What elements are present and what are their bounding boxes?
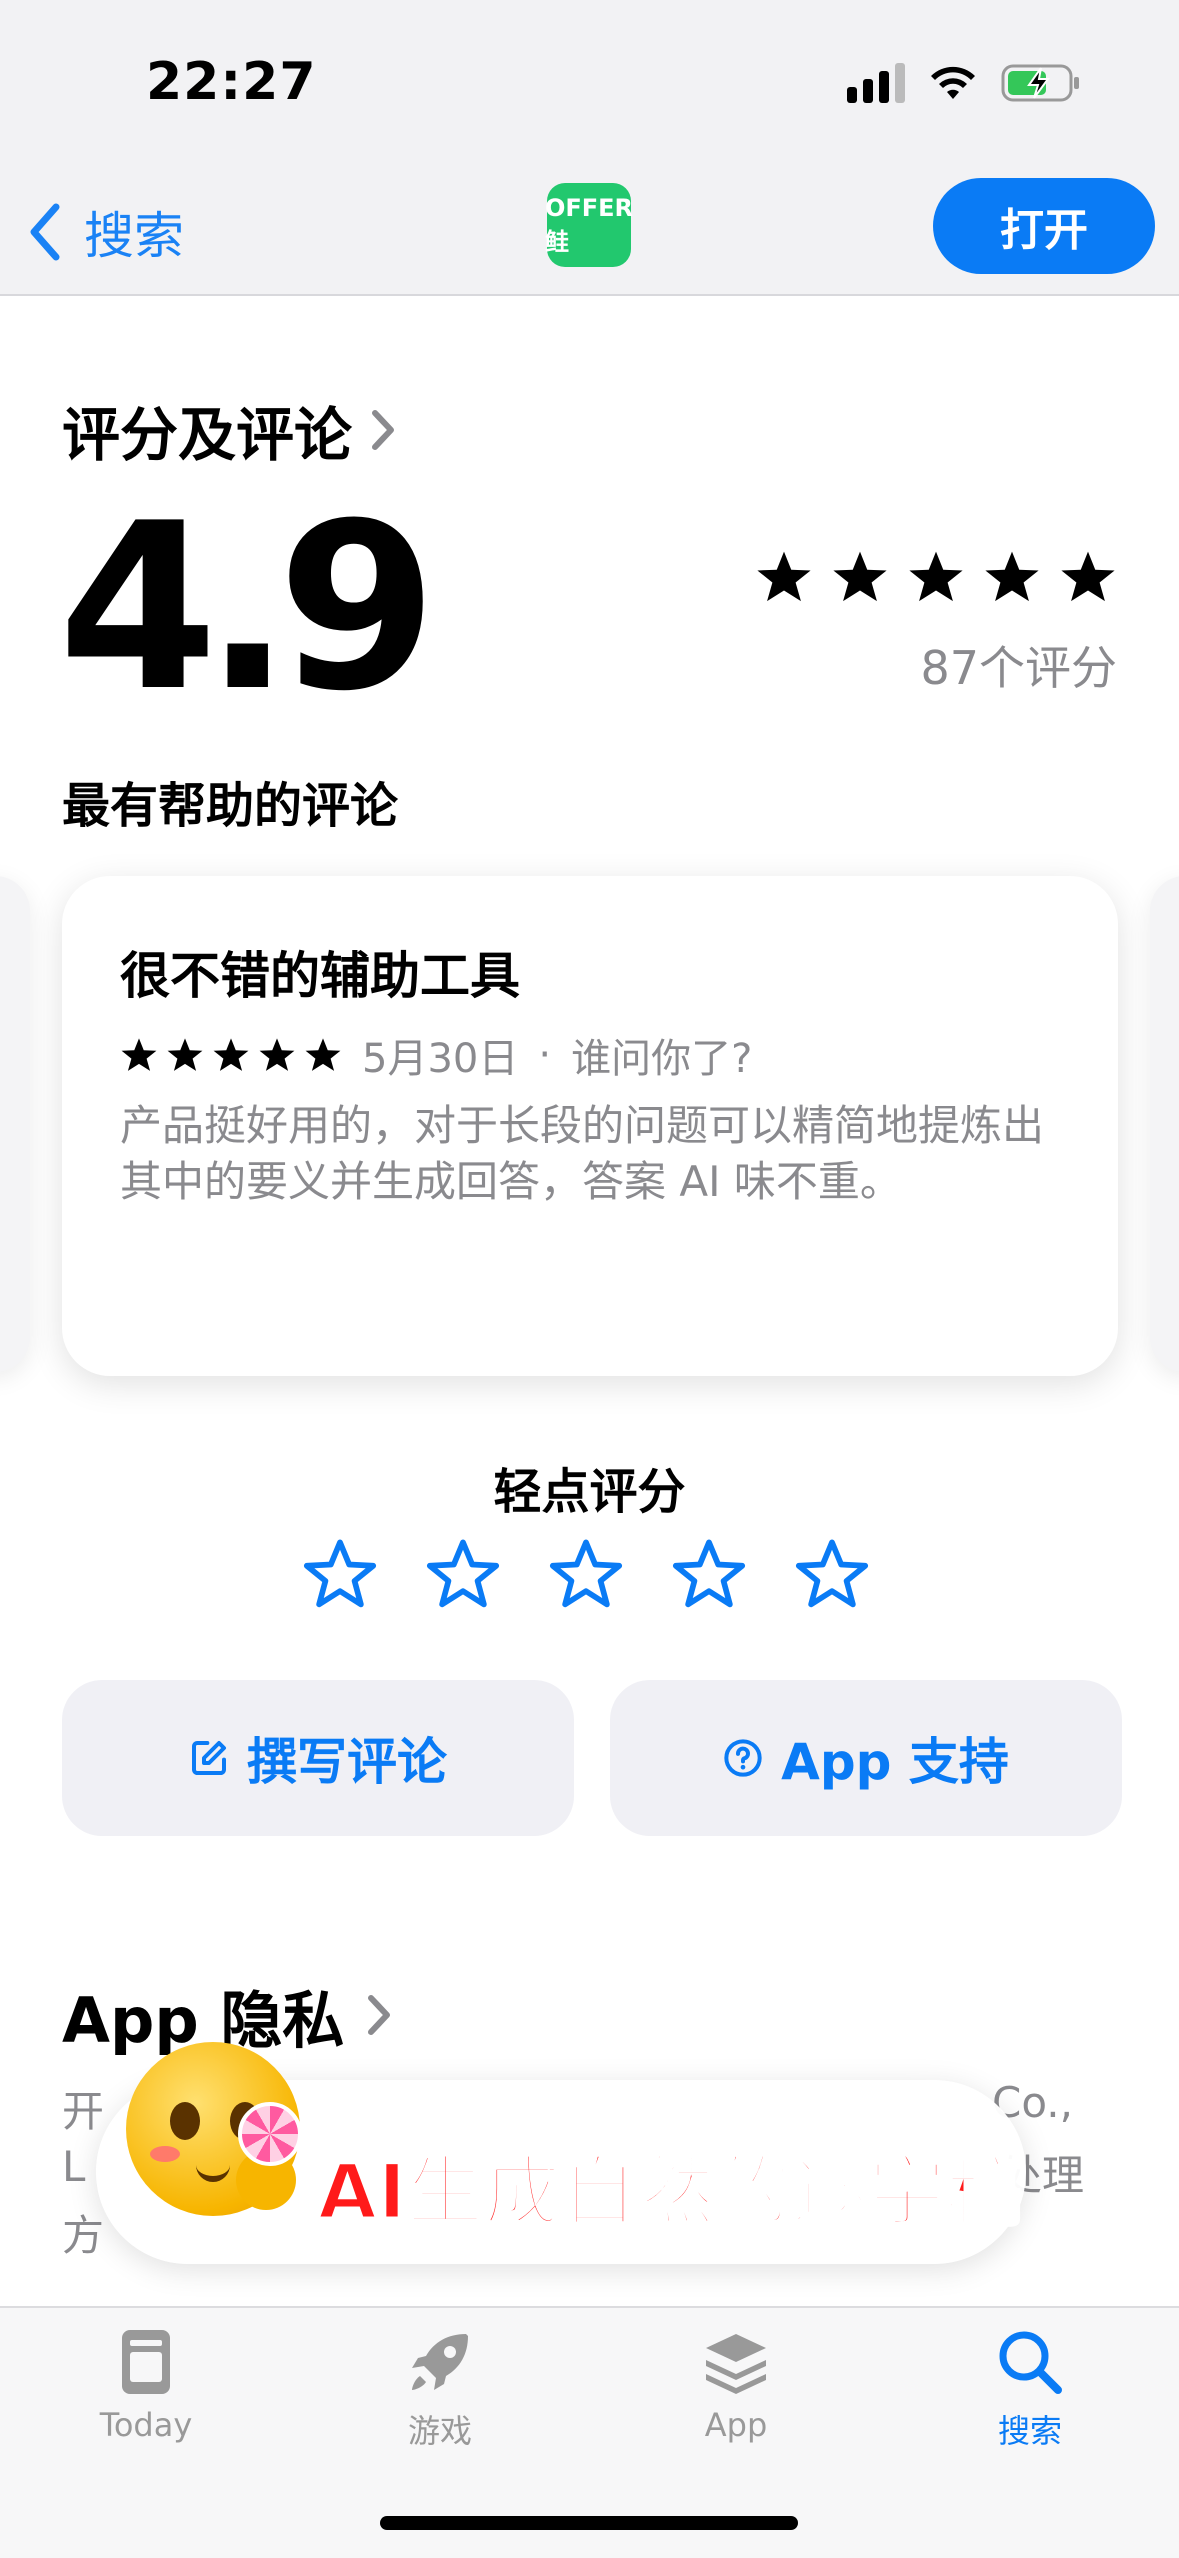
wifi-icon xyxy=(931,66,975,99)
review-body: 产品挺好用的，对于长段的问题可以精简地提炼出其中的要义并生成回答，答案 AI 味… xyxy=(120,1101,1045,1206)
star-outline-icon[interactable] xyxy=(302,1536,378,1612)
star-outline-icon[interactable] xyxy=(425,1536,501,1612)
privacy-text-fragment: 方 xyxy=(62,2211,105,2260)
star-outline-icon[interactable] xyxy=(794,1536,870,1612)
tab-label: 搜索 xyxy=(997,2412,1062,2450)
average-stars xyxy=(755,548,1117,606)
star-outline-icon[interactable] xyxy=(548,1536,624,1612)
cellular-signal-icon xyxy=(847,63,905,103)
chevron-right-icon xyxy=(368,1995,391,2035)
review-separator: · xyxy=(538,1032,552,1078)
apps-stack-icon xyxy=(706,2334,766,2394)
star-filled-icon xyxy=(757,551,811,602)
star-filled-icon xyxy=(121,1038,157,1071)
ratings-reviews-title: 评分及评论 xyxy=(62,401,353,469)
tap-to-rate-stars xyxy=(302,1536,870,1612)
app-icon: OFFER鲑 xyxy=(544,183,634,267)
tap-to-rate-label: 轻点评分 xyxy=(493,1464,686,1520)
caption-text: AI生成自然的逐字稿 xyxy=(316,2146,1024,2238)
review-stars xyxy=(120,1036,342,1074)
back-button[interactable]: 搜索 xyxy=(26,196,184,268)
app-support-button[interactable]: App 支持 xyxy=(610,1680,1122,1836)
divider xyxy=(0,294,1179,296)
most-helpful-title: 最有帮助的评论 xyxy=(62,778,399,834)
privacy-text-fragment: 开 xyxy=(62,2087,105,2136)
today-icon xyxy=(122,2330,170,2394)
chevron-left-icon xyxy=(30,203,60,261)
star-filled-icon xyxy=(833,551,887,602)
star-filled-icon xyxy=(1061,551,1115,602)
ratings-reviews-header[interactable]: 评分及评论 xyxy=(62,388,396,472)
previous-review-card[interactable] xyxy=(0,876,30,1372)
star-outline-icon[interactable] xyxy=(671,1536,747,1612)
rocket-icon xyxy=(412,2334,468,2390)
tab-today[interactable]: Today xyxy=(56,2326,236,2444)
tab-label: Today xyxy=(99,2406,193,2444)
review-card[interactable]: 很不错的辅助工具 5月30日 · 谁问你了? 产品挺好用的，对于长段的问题可以精… xyxy=(62,876,1118,1376)
compose-icon xyxy=(192,1741,226,1775)
write-review-label: 撰写评论 xyxy=(247,1733,447,1791)
chevron-right-icon xyxy=(372,410,395,450)
review-author: 谁问你了? xyxy=(571,1036,753,1082)
tab-label: 游戏 xyxy=(407,2412,472,2450)
star-filled-icon xyxy=(259,1038,295,1071)
tab-apps[interactable]: App xyxy=(646,2326,826,2444)
average-rating: 4.9 xyxy=(58,475,437,742)
star-filled-icon xyxy=(167,1038,203,1071)
back-label: 搜索 xyxy=(84,207,184,265)
question-circle-icon xyxy=(724,1739,762,1777)
privacy-text-fragment: L xyxy=(62,2142,86,2191)
star-filled-icon xyxy=(985,551,1039,602)
tab-search[interactable]: 搜索 xyxy=(940,2326,1120,2452)
search-icon xyxy=(999,2331,1062,2394)
star-filled-icon xyxy=(909,551,963,602)
open-button[interactable]: 打开 xyxy=(933,178,1155,274)
write-review-button[interactable]: 撰写评论 xyxy=(62,1680,574,1836)
status-icons xyxy=(847,62,1081,104)
tab-label: App xyxy=(704,2406,768,2444)
app-icon-text: OFFER鲑 xyxy=(544,193,634,256)
lollipop-icon xyxy=(238,2102,302,2166)
home-indicator xyxy=(380,2516,798,2530)
review-title: 很不错的辅助工具 xyxy=(120,947,520,1005)
app-support-label: App 支持 xyxy=(781,1733,1009,1791)
review-meta: 5月30日 · 谁问你了? xyxy=(120,1026,752,1084)
tab-games[interactable]: 游戏 xyxy=(350,2326,530,2452)
review-date: 5月30日 xyxy=(362,1036,519,1082)
battery-charging-icon xyxy=(1001,64,1079,102)
status-time: 22:27 xyxy=(146,52,317,112)
next-review-card[interactable] xyxy=(1150,876,1179,1372)
star-filled-icon xyxy=(305,1038,341,1071)
rating-count: 87个评分 xyxy=(920,641,1117,695)
star-filled-icon xyxy=(213,1038,249,1071)
